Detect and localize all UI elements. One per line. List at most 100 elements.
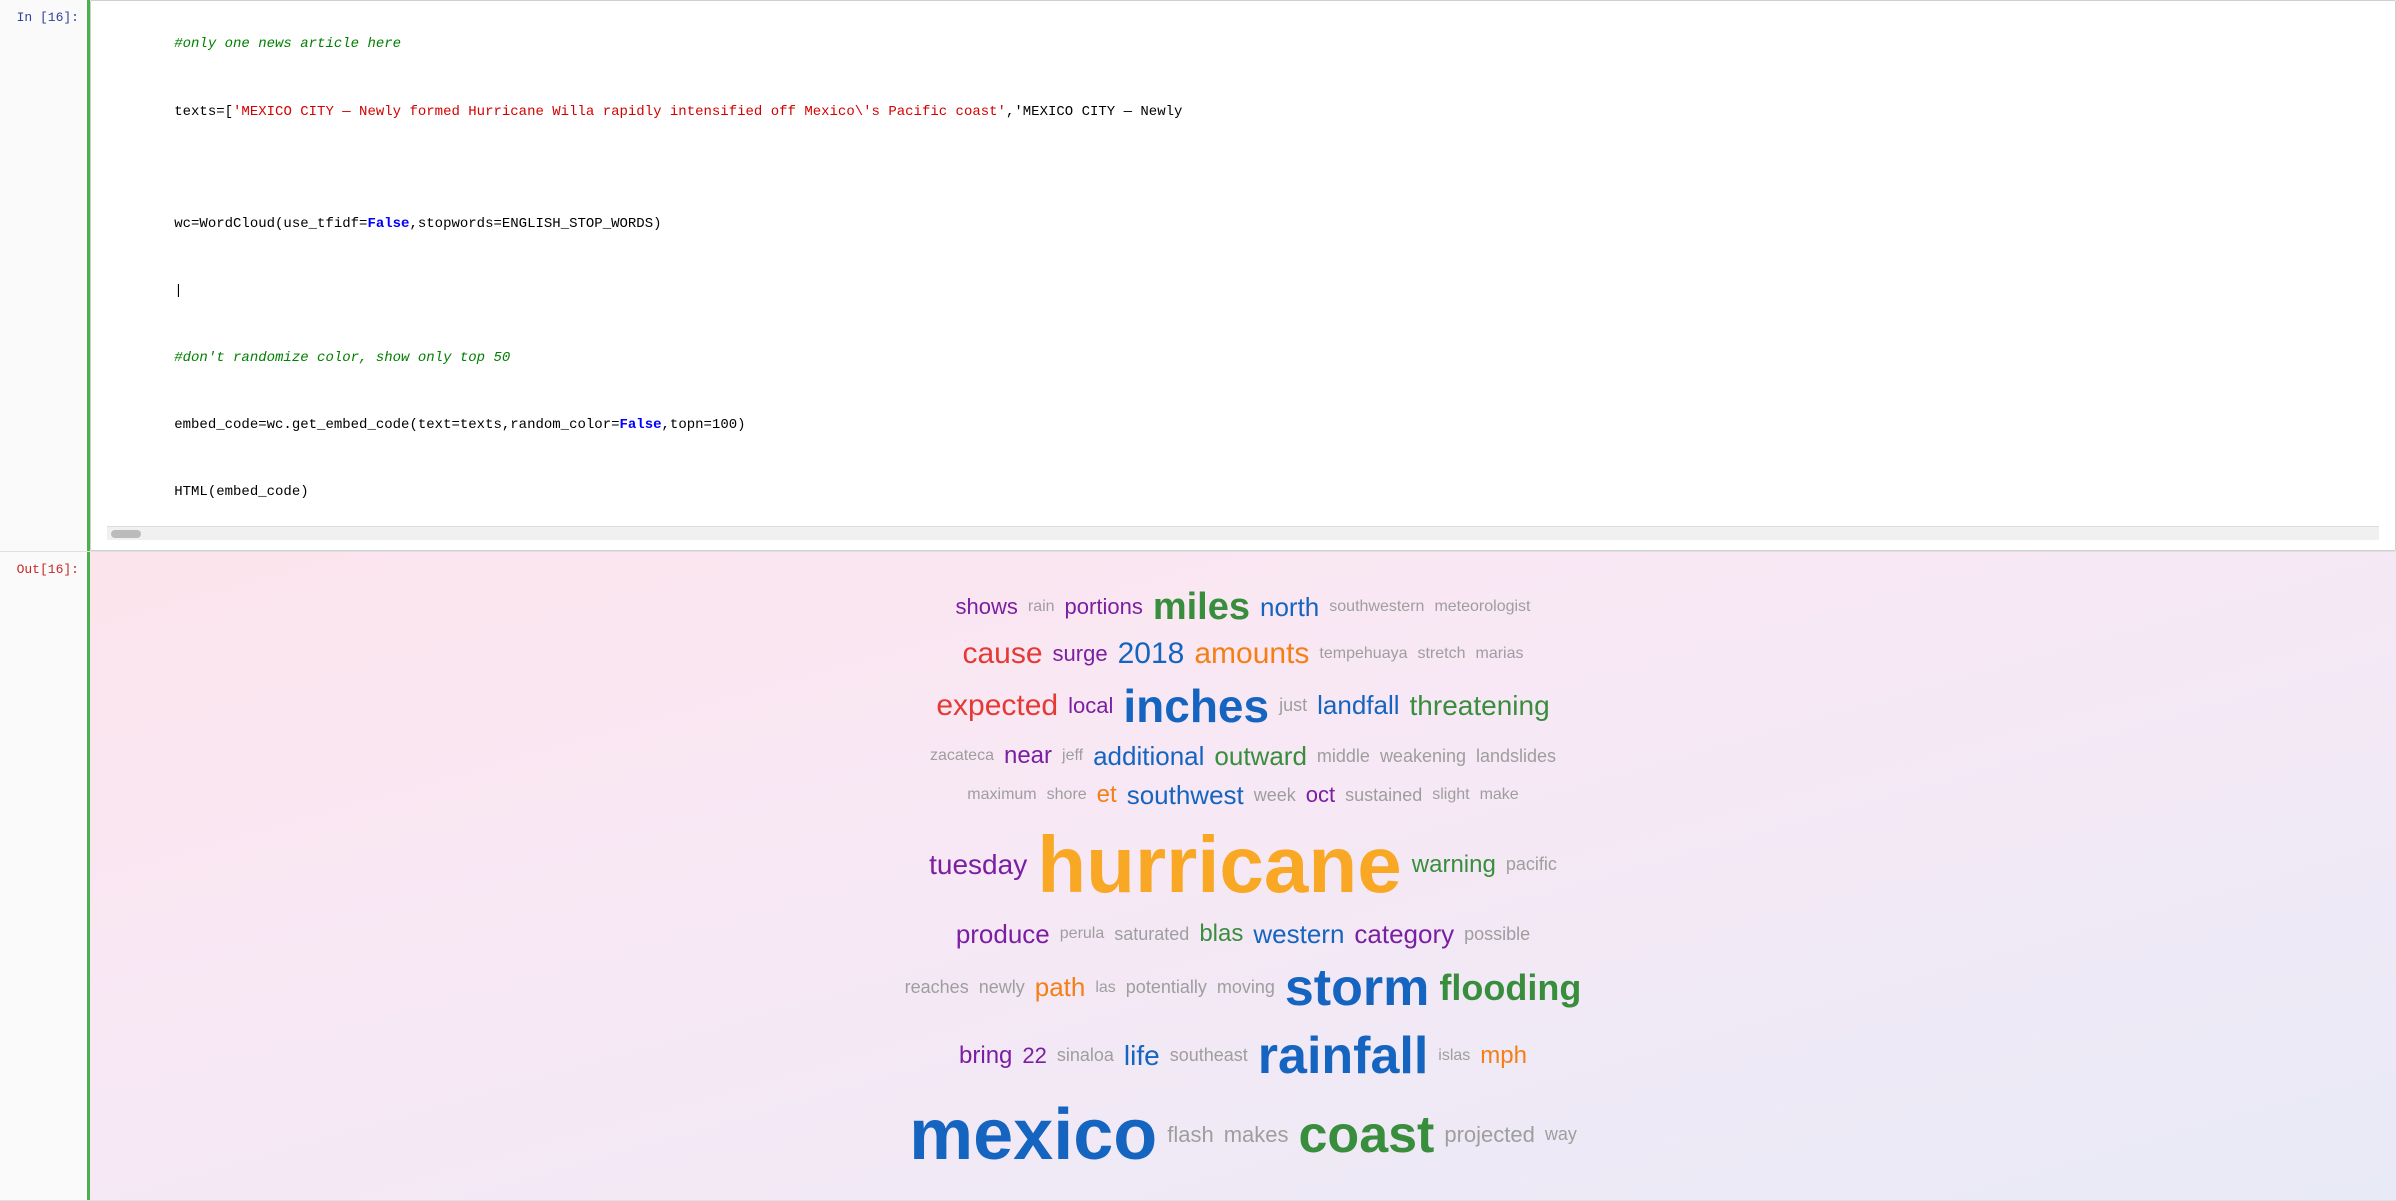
comma-1: ,'MEXICO CITY — Newly — [1006, 104, 1182, 120]
wc-word-makes: makes — [1224, 1122, 1289, 1148]
wc-word-landfall: landfall — [1317, 690, 1399, 721]
wc-word-et: et — [1097, 781, 1117, 809]
embed-assign: embed_code=wc.get_embed_code(text=texts,… — [174, 417, 619, 433]
wc-word-rainfall: rainfall — [1258, 1026, 1429, 1086]
wc-word-maximum: maximum — [967, 786, 1036, 804]
wordcloud-row-8: bring 22 sinaloa life southeast rainfall islas… — [130, 1026, 2356, 1086]
wc-word-tuesday: tuesday — [929, 849, 1027, 881]
wc-word-make: make — [1480, 786, 1519, 804]
false-kw-1: False — [367, 216, 409, 232]
wc-word-southeast: southeast — [1170, 1045, 1248, 1066]
wc-word-north: north — [1260, 592, 1319, 623]
wc-word-cause: cause — [962, 637, 1042, 671]
wc-word-surge: surge — [1053, 641, 1108, 667]
wc-params: ,stopwords=ENGLISH_STOP_WORDS) — [409, 216, 661, 232]
wordcloud-row-7: reaches newly pathlas potentially moving stor… — [130, 958, 2356, 1018]
wc-word-coast: coast — [1299, 1105, 1435, 1165]
code-line-8: embed_code=wc.get_embed_code(text=texts,… — [107, 392, 2379, 459]
wc-word-pacific: pacific — [1506, 854, 1557, 875]
wc-word-saturated: saturated — [1114, 924, 1189, 945]
wc-word-tempehuaya: tempehuaya — [1319, 645, 1407, 663]
wc-word-newly: newly — [979, 977, 1025, 998]
wc-word-mph: mph — [1480, 1042, 1527, 1070]
output-area: shows rain portions miles north southwestern m… — [90, 552, 2396, 1200]
code-area[interactable]: #only one news article here texts=['MEXI… — [90, 0, 2396, 551]
wordcloud-row-6: produce perula saturated blas western categor… — [130, 919, 2356, 950]
wc-word-zacateca: zacateca — [930, 747, 994, 765]
wc-word-storm: storm — [1285, 958, 1429, 1018]
wc-word-threatening: threatening — [1410, 690, 1550, 722]
wc-word-local: local — [1068, 693, 1113, 719]
wordcloud-row-4: maximumshoreetsouthwestweekoctsustaineds… — [130, 780, 2356, 811]
wc-word-projected: projected — [1444, 1122, 1535, 1148]
wc-word-jeff: jeff — [1062, 747, 1083, 765]
wc-word-slight: slight — [1432, 786, 1469, 804]
wc-word-sinaloa: sinaloa — [1057, 1045, 1114, 1066]
comment-1: #only one news article here — [174, 36, 401, 52]
cursor: | — [174, 283, 182, 299]
wc-word-portions: portions — [1065, 594, 1143, 620]
wc-word-reaches: reaches — [905, 977, 969, 998]
texts-var: texts=[ — [174, 104, 233, 120]
input-cell-16: In [16]: #only one news article here tex… — [0, 0, 2396, 552]
wc-word-mexico: mexico — [909, 1094, 1157, 1176]
wc-word-middle: middle — [1317, 746, 1370, 767]
notebook: In [16]: #only one news article here tex… — [0, 0, 2396, 1201]
embed-params: ,topn=100) — [662, 417, 746, 433]
wc-word-2018: 2018 — [1118, 637, 1185, 671]
wordcloud-row-1: causesurge2018amountstempehuayastretchma… — [130, 637, 2356, 671]
wc-word-miles: miles — [1153, 586, 1250, 629]
scroll-thumb[interactable] — [111, 530, 141, 538]
string-1: 'MEXICO CITY — Newly formed Hurricane Wi… — [233, 104, 1006, 120]
wc-word-warning: warning — [1412, 851, 1496, 879]
code-line-4 — [107, 168, 2379, 190]
wc-word-islas: islas — [1438, 1047, 1470, 1065]
wc-word-weakening: weakening — [1380, 746, 1466, 767]
wc-assign: wc=WordCloud(use_tfidf= — [174, 216, 367, 232]
wc-word-las: las — [1095, 979, 1115, 997]
wc-word-oct: oct — [1306, 782, 1335, 808]
input-label: In [16]: — [0, 0, 90, 551]
horizontal-scrollbar[interactable] — [107, 526, 2379, 540]
wc-word-produce: produce — [956, 919, 1050, 950]
wc-word-amounts: amounts — [1194, 637, 1309, 671]
wc-word-week: week — [1254, 785, 1296, 806]
code-line-6: | — [107, 257, 2379, 324]
wc-word-outward: outward — [1214, 741, 1307, 772]
code-line-9: HTML(embed_code) — [107, 459, 2379, 526]
wordcloud: shows rain portions miles north southwestern m… — [90, 552, 2396, 1200]
code-line-3 — [107, 145, 2379, 167]
wc-word-just: just — [1279, 695, 1307, 716]
wc-word-expected: expected — [936, 689, 1058, 723]
wc-word-shore: shore — [1047, 786, 1087, 804]
code-line-2: texts=['MEXICO CITY — Newly formed Hurri… — [107, 78, 2379, 145]
wc-word-landslides: landslides — [1476, 746, 1556, 767]
wc-word-shows: shows — [956, 594, 1018, 620]
output-cell-16: Out[16]: shows rain portions miles north sout… — [0, 552, 2396, 1201]
code-line-7: #don't randomize color, show only top 50 — [107, 324, 2379, 391]
wc-word-additional: additional — [1093, 741, 1204, 772]
wc-word-category: category — [1354, 919, 1454, 950]
wordcloud-row-2: expectedlocalinchesjustlandfallthreateni… — [130, 679, 2356, 733]
wc-word-flash: flash — [1167, 1122, 1213, 1148]
wc-word-path: path — [1035, 972, 1086, 1003]
wc-word-potentially: potentially — [1126, 977, 1207, 998]
wc-word-hurricane: hurricane — [1037, 819, 1402, 911]
wc-word-blas: blas — [1199, 920, 1243, 948]
false-kw-2: False — [620, 417, 662, 433]
code-line-1: #only one news article here — [107, 11, 2379, 78]
wc-word-marias: marias — [1476, 645, 1524, 663]
wc-word-near: near — [1004, 742, 1052, 770]
wc-word-22: 22 — [1022, 1043, 1046, 1069]
html-call: HTML(embed_code) — [174, 484, 308, 500]
wc-word-moving: moving — [1217, 977, 1275, 998]
wc-word-western: western — [1253, 919, 1344, 950]
wc-word-sustained: sustained — [1345, 785, 1422, 806]
wc-word-rain: rain — [1028, 598, 1055, 616]
wordcloud-row-5: tuesday hurricane warning pacific — [130, 819, 2356, 911]
wc-word-life: life — [1124, 1040, 1160, 1072]
wc-word-southwestern: southwestern — [1329, 598, 1424, 616]
wc-word-bring: bring — [959, 1042, 1012, 1070]
output-label: Out[16]: — [0, 552, 90, 1200]
wc-word-perula: perula — [1060, 925, 1104, 943]
